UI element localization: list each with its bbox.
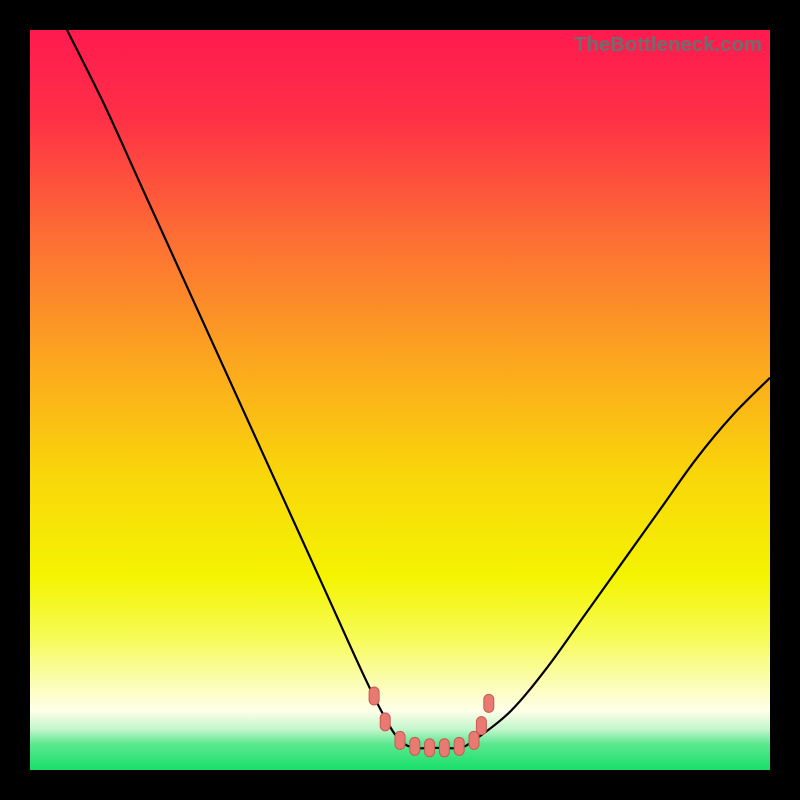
- marker-point: [369, 687, 379, 705]
- marker-point: [395, 731, 405, 749]
- marker-point: [469, 731, 479, 749]
- marker-point: [380, 713, 390, 731]
- marker-point: [484, 694, 494, 712]
- highlight-markers: [369, 687, 494, 757]
- marker-point: [476, 717, 486, 735]
- chart-frame: TheBottleneck.com: [0, 0, 800, 800]
- marker-point: [454, 737, 464, 755]
- marker-point: [439, 739, 449, 757]
- curve-layer: [30, 30, 770, 770]
- marker-point: [425, 739, 435, 757]
- marker-point: [410, 737, 420, 755]
- plot-area: TheBottleneck.com: [30, 30, 770, 770]
- bottleneck-curve: [67, 30, 770, 748]
